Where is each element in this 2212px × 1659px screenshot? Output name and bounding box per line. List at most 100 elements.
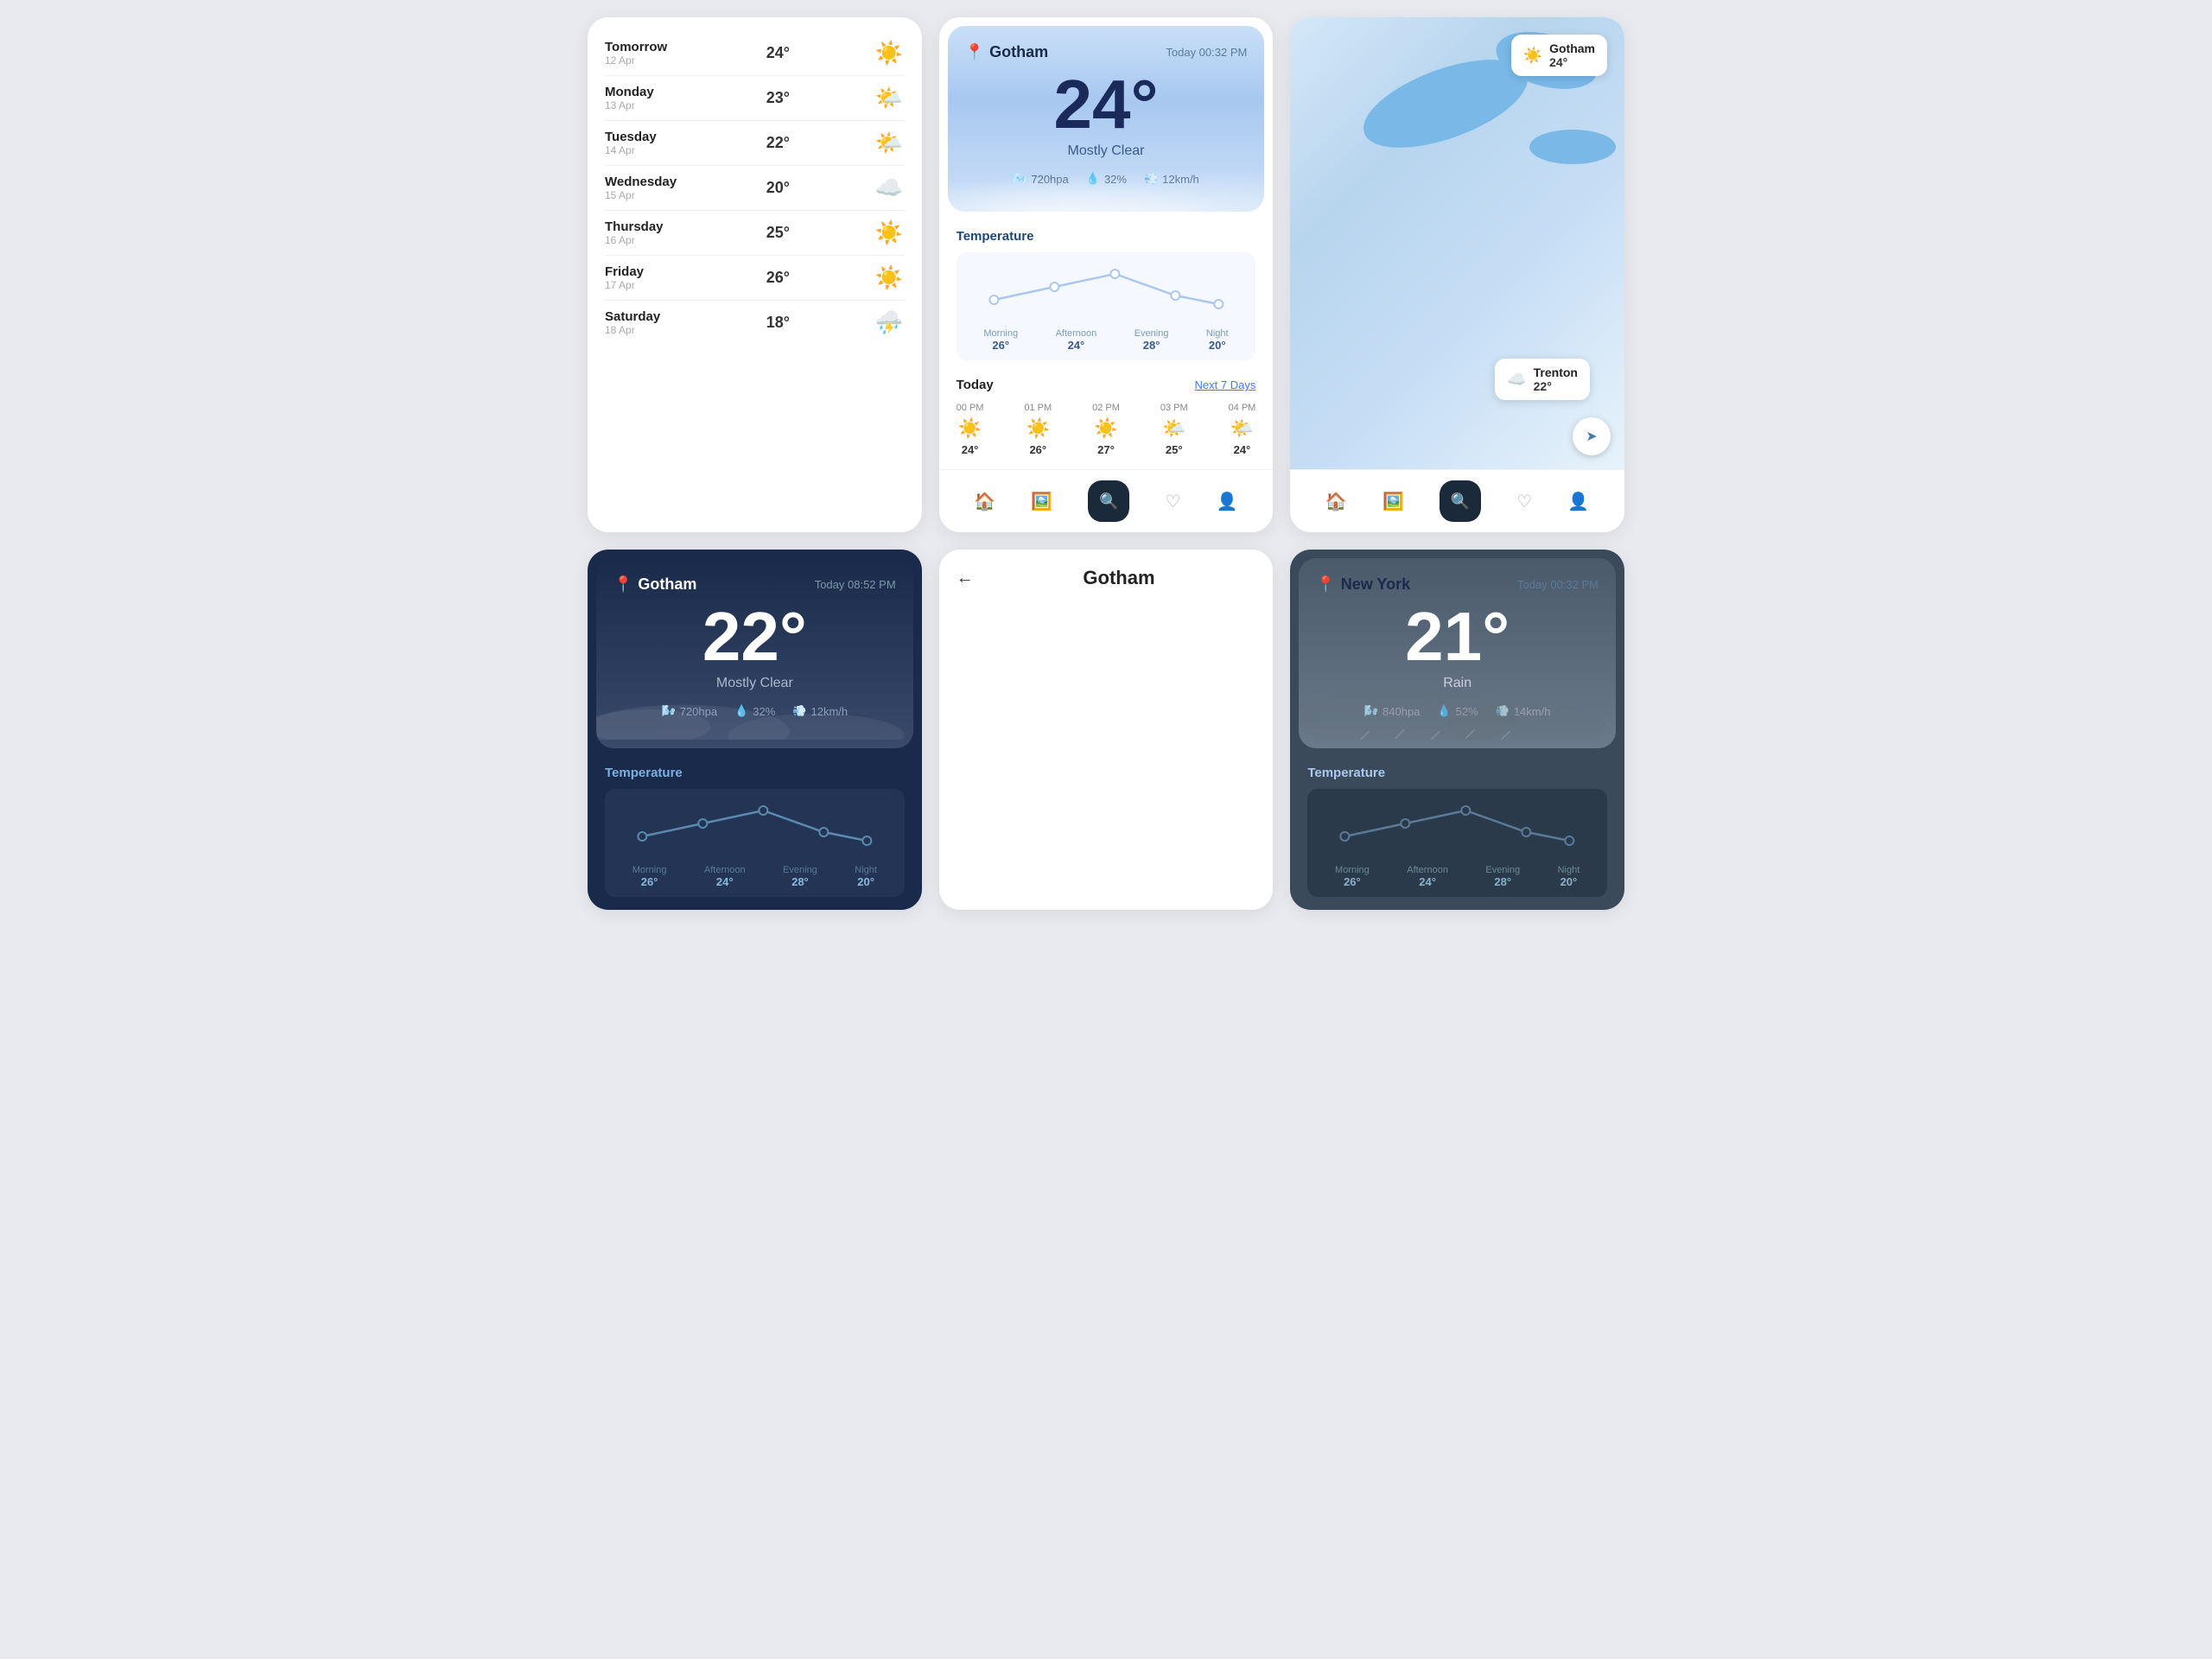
forecast-row: Tuesday 14 Apr 22° 🌤️	[605, 121, 905, 166]
ny-label-afternoon: Afternoon 24°	[1407, 865, 1448, 888]
dark-label-morning: Morning 26°	[632, 865, 667, 888]
hourly-icon: ☀️	[957, 417, 984, 440]
dark-city-name: 📍 Gotham	[613, 575, 696, 594]
dark-time: Today 08:52 PM	[815, 578, 896, 591]
main-time-labels: Morning 26° Afternoon 24° Evening 28° Ni…	[965, 328, 1248, 352]
hourly-temp: 27°	[1092, 443, 1120, 456]
forecast-day-name: Thursday	[605, 219, 683, 234]
forecast-date: 13 Apr	[605, 99, 683, 111]
back-button[interactable]: ←	[957, 569, 974, 588]
forecast-date: 17 Apr	[605, 279, 683, 291]
ny-cloud-svg	[1299, 670, 1616, 740]
forecast-temp: 26°	[752, 269, 804, 287]
gotham-map-temp: 24°	[1549, 55, 1595, 69]
map-area[interactable]: ☀️ Gotham 24° ☁️ Trenton 22° ➤	[1290, 17, 1624, 469]
hourly-time: 04 PM	[1229, 403, 1256, 413]
forecast-day-name: Saturday	[605, 309, 683, 324]
forecast-icon: ☀️	[874, 264, 905, 291]
dark-weather-card: 📍 Gotham Today 08:52 PM 22° Mostly Clear…	[588, 550, 922, 910]
forecast-row: Tomorrow 12 Apr 24° ☀️	[605, 31, 905, 76]
home-nav-icon[interactable]: 🏠	[974, 491, 995, 512]
ny-time: Today 00:32 PM	[1517, 578, 1599, 591]
locate-button[interactable]: ➤	[1573, 417, 1611, 455]
heart-nav-map-icon[interactable]: ♡	[1516, 491, 1532, 512]
hourly-items: 00 PM ☀️ 24° 01 PM ☀️ 26° 02 PM ☀️ 27° 0…	[957, 403, 1256, 456]
time-label-evening: Evening 28°	[1135, 328, 1169, 352]
dark-pin-icon: 📍	[613, 575, 632, 594]
forecast-icon: 🌤️	[874, 85, 905, 111]
photo-nav-icon[interactable]: 🖼️	[1031, 491, 1052, 512]
dark-temp-title: Temperature	[605, 766, 905, 780]
ny-location-row: 📍 New York Today 00:32 PM	[1316, 575, 1599, 594]
forecast-card: Tomorrow 12 Apr 24° ☀️ Monday 13 Apr 23°…	[588, 17, 922, 532]
home-nav-map-icon[interactable]: 🏠	[1325, 491, 1347, 512]
search-nav-map-button[interactable]: 🔍	[1440, 480, 1481, 522]
location-row: 📍 Gotham Today 00:32 PM	[965, 43, 1248, 61]
forecast-day-name: Wednesday	[605, 175, 683, 189]
hourly-item: 01 PM ☀️ 26°	[1024, 403, 1052, 456]
dark-chart-svg	[613, 802, 896, 854]
weather-header-blue: 📍 Gotham Today 00:32 PM 24° Mostly Clear…	[948, 26, 1265, 212]
map-river3	[1529, 130, 1616, 164]
time-label-afternoon: Afternoon 24°	[1056, 328, 1097, 352]
chart-svg	[965, 265, 1248, 317]
forecast-date: 12 Apr	[605, 54, 683, 67]
hourly-item: 03 PM 🌤️ 25°	[1160, 403, 1188, 456]
forecast-row: Thursday 16 Apr 25° ☀️	[605, 211, 905, 256]
hourly-item: 00 PM ☀️ 24°	[957, 403, 984, 456]
main-temp: 24°	[965, 70, 1248, 139]
ny-header: 📍 New York Today 00:32 PM 21° Rain	[1299, 558, 1616, 748]
ny-chart-svg	[1316, 802, 1599, 854]
ny-pin-icon: 📍	[1316, 575, 1335, 594]
back-row: ← Gotham	[957, 567, 1256, 589]
forecast-row: Friday 17 Apr 26° ☀️	[605, 256, 905, 301]
bottom-nav-map: 🏠 🖼️ 🔍 ♡ 👤	[1290, 469, 1624, 532]
city-screen-name: Gotham	[982, 567, 1256, 589]
heart-nav-icon[interactable]: ♡	[1166, 491, 1181, 512]
dark-label-afternoon: Afternoon 24°	[704, 865, 746, 888]
user-nav-icon[interactable]: 👤	[1217, 491, 1238, 512]
trenton-map-name: Trenton	[1534, 365, 1578, 379]
ny-temp: 21°	[1316, 602, 1599, 671]
forecast-day-name: Tomorrow	[605, 40, 683, 54]
hourly-temp: 26°	[1024, 443, 1052, 456]
main-weather-card: 📍 Gotham Today 00:32 PM 24° Mostly Clear…	[939, 17, 1274, 532]
hourly-icon: ☀️	[1092, 417, 1120, 440]
cloud-decoration	[948, 168, 1265, 212]
ny-time-labels: Morning 26° Afternoon 24° Evening 28° Ni…	[1316, 865, 1599, 888]
ny-weather-card: 📍 New York Today 00:32 PM 21° Rain	[1290, 550, 1624, 910]
hourly-header: Today Next 7 Days	[957, 378, 1256, 392]
ny-label-morning: Morning 26°	[1335, 865, 1370, 888]
hourly-section: Today Next 7 Days 00 PM ☀️ 24° 01 PM ☀️ …	[939, 373, 1274, 469]
hourly-icon: ☀️	[1024, 417, 1052, 440]
user-nav-map-icon[interactable]: 👤	[1567, 491, 1589, 512]
forecast-row: Saturday 18 Apr 18° ⛈️	[605, 301, 905, 345]
main-city-name: 📍 Gotham	[965, 43, 1048, 61]
forecast-temp: 25°	[752, 224, 804, 242]
map-label-trenton: ☁️ Trenton 22°	[1495, 359, 1590, 400]
main-condition: Mostly Clear	[965, 143, 1248, 159]
hourly-item: 04 PM 🌤️ 24°	[1229, 403, 1256, 456]
trenton-map-temp: 22°	[1534, 379, 1578, 393]
forecast-temp: 23°	[752, 89, 804, 107]
gotham-map-icon: ☀️	[1523, 47, 1542, 65]
trenton-map-icon: ☁️	[1507, 371, 1526, 389]
forecast-day-name: Monday	[605, 85, 683, 99]
forecast-icon: ⛈️	[874, 309, 905, 336]
forecast-icon: ☁️	[874, 175, 905, 201]
ny-chart: Morning 26° Afternoon 24° Evening 28° Ni…	[1307, 789, 1607, 897]
forecast-temp: 24°	[752, 44, 804, 62]
hourly-icon: 🌤️	[1229, 417, 1256, 440]
forecast-day-name: Tuesday	[605, 130, 683, 144]
forecast-date: 16 Apr	[605, 234, 683, 246]
ny-label-evening: Evening 28°	[1485, 865, 1520, 888]
search-nav-button[interactable]: 🔍	[1088, 480, 1129, 522]
ny-temp-title: Temperature	[1307, 766, 1607, 780]
hourly-time: 01 PM	[1024, 403, 1052, 413]
forecast-day-name: Friday	[605, 264, 683, 279]
forecast-temp: 22°	[752, 134, 804, 152]
next7-link[interactable]: Next 7 Days	[1195, 378, 1256, 391]
dark-temp: 22°	[613, 602, 896, 671]
hourly-item: 02 PM ☀️ 27°	[1092, 403, 1120, 456]
photo-nav-map-icon[interactable]: 🖼️	[1382, 491, 1404, 512]
